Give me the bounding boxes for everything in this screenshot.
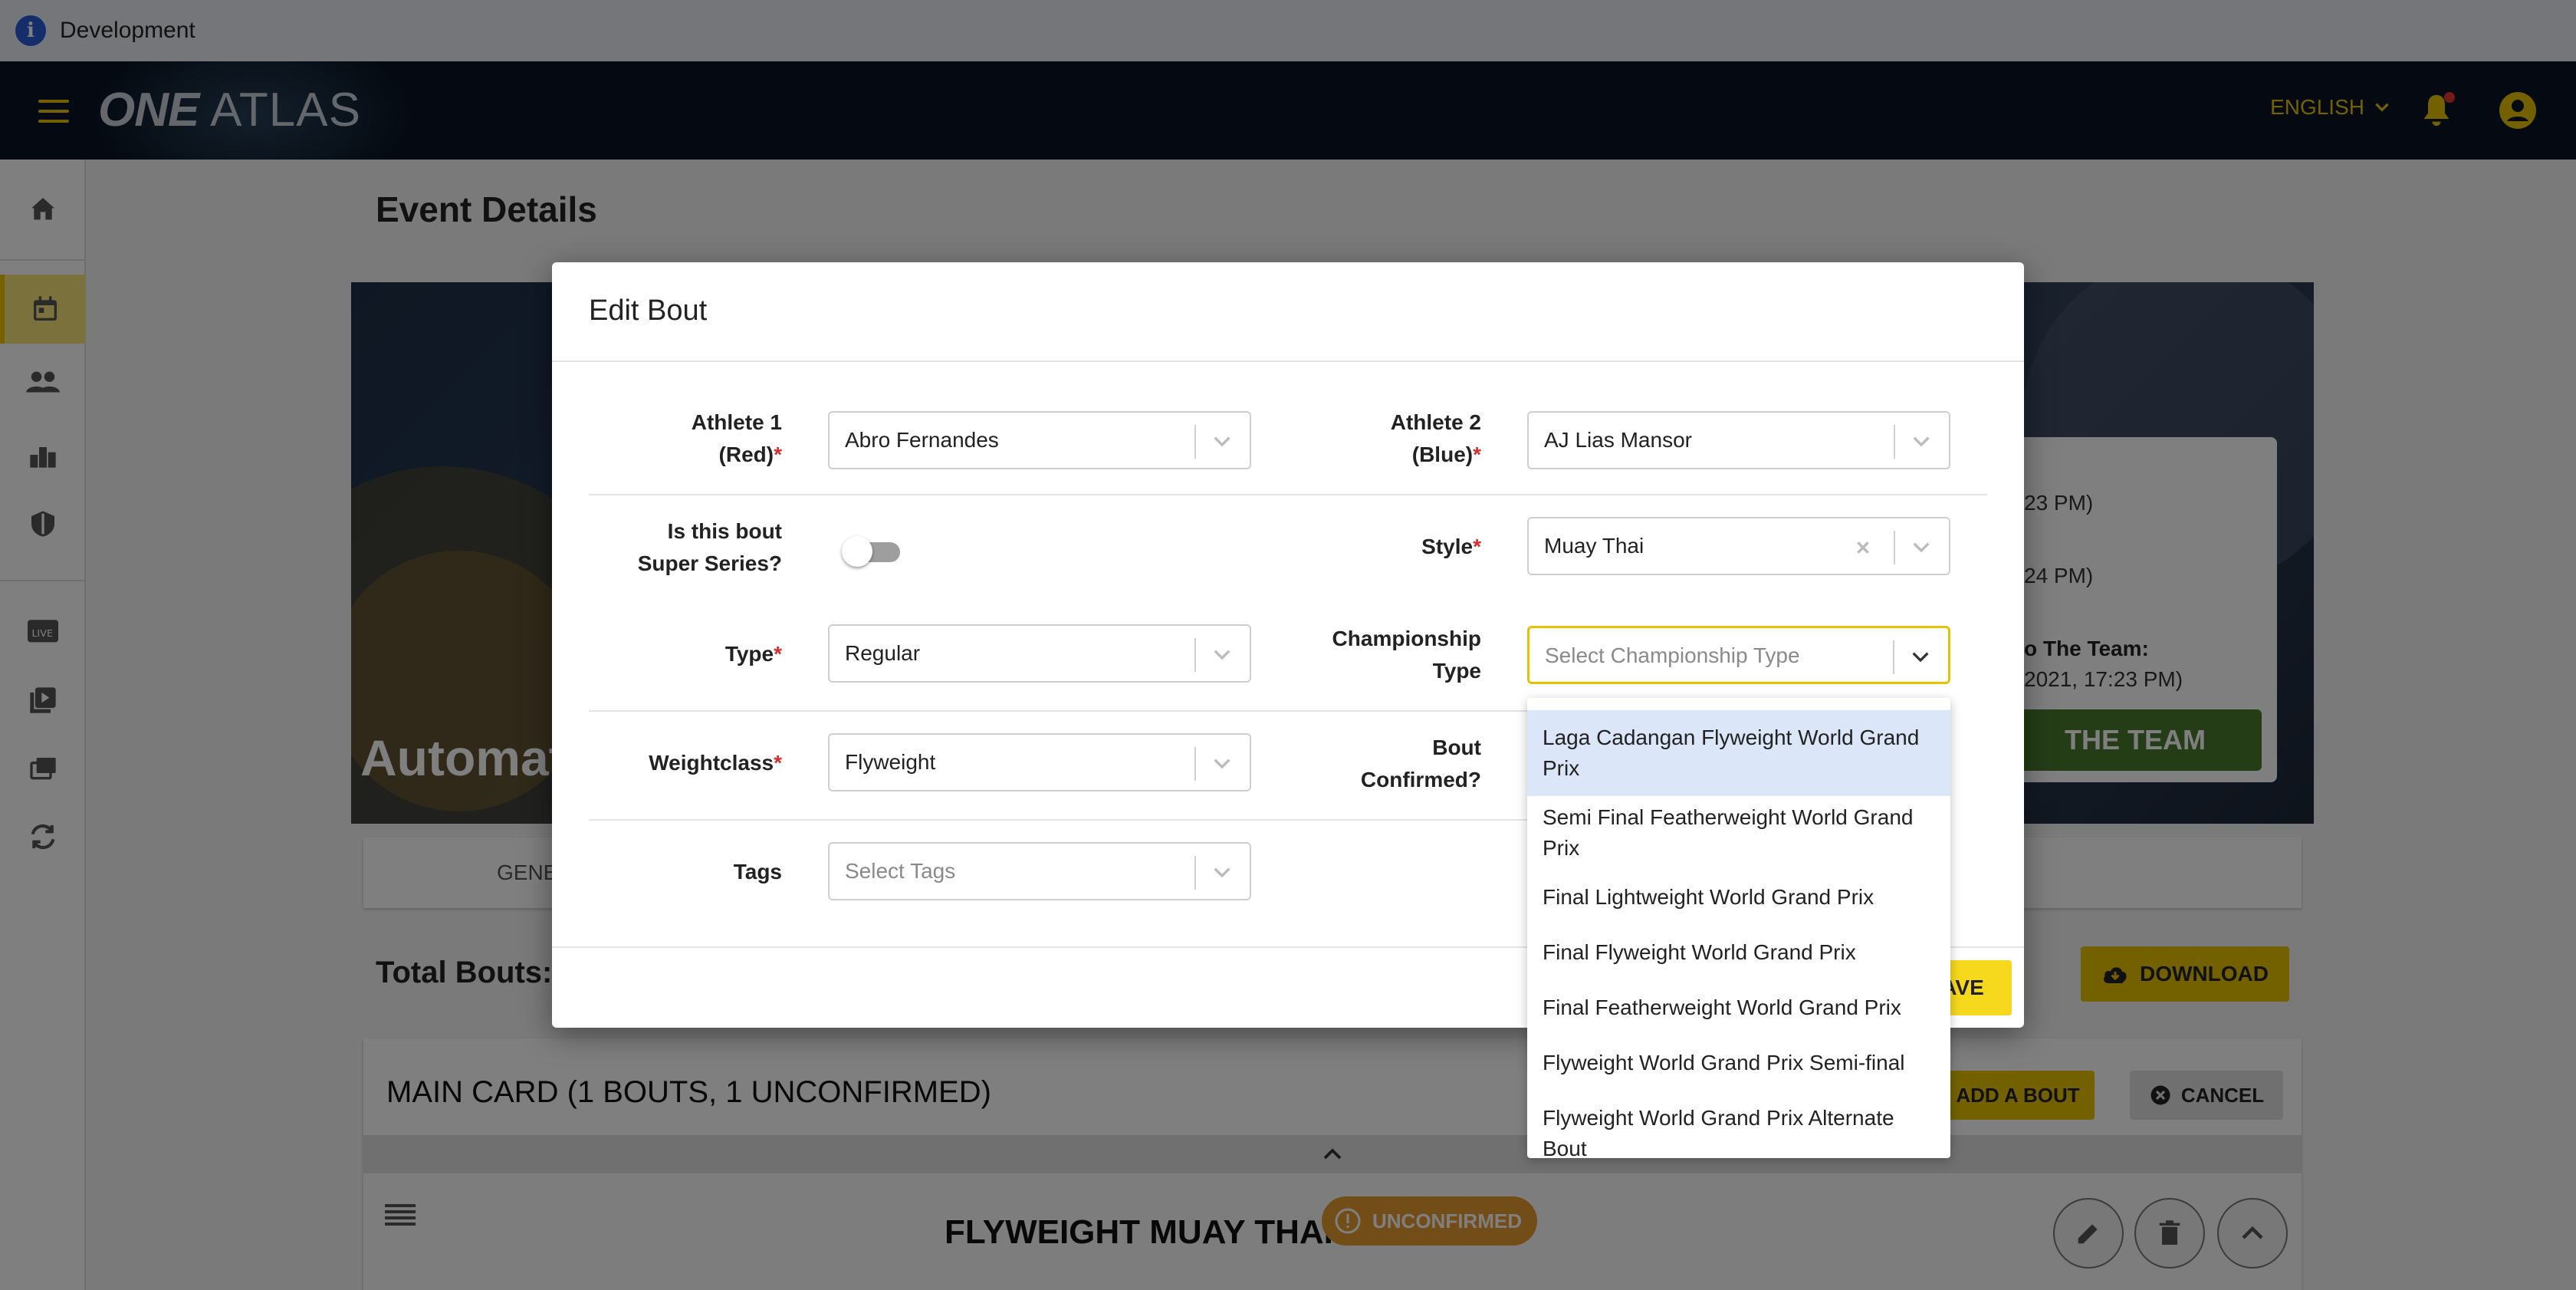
type-select[interactable]: Regular [828, 624, 1251, 683]
style-label: Style* [1421, 535, 1481, 558]
championship-type-placeholder: Select Championship Type [1545, 643, 1800, 667]
championship-option[interactable]: Flyweight World Grand Prix Alternate Bou… [1527, 1097, 1950, 1158]
championship-type-select[interactable]: Select Championship Type [1527, 626, 1950, 684]
modal-title: Edit Bout [589, 295, 708, 327]
chevron-down-icon [1913, 436, 1930, 447]
style-value: Muay Thai [1544, 534, 1644, 558]
weightclass-select[interactable]: Flyweight [828, 733, 1251, 791]
championship-type-menu: Laga Cadangan Flyweight World Grand Prix… [1527, 698, 1950, 1158]
modal-divider [552, 360, 2024, 362]
super-series-toggle[interactable] [842, 533, 902, 570]
weightclass-value: Flyweight [845, 750, 936, 774]
chevron-down-icon [1214, 759, 1230, 769]
type-value: Regular [845, 641, 921, 665]
championship-option[interactable]: Final Flyweight World Grand Prix [1527, 931, 1950, 974]
athlete1-value: Abro Fernandes [845, 428, 999, 452]
chevron-down-icon [1214, 436, 1230, 447]
chevron-down-icon [1912, 652, 1929, 663]
athlete1-label: Athlete 1 (Red)* [691, 410, 782, 466]
bout-confirmed-label: Bout Confirmed? [1360, 735, 1481, 791]
chevron-down-icon [1913, 542, 1930, 553]
athlete2-label: Athlete 2 (Blue)* [1390, 410, 1481, 466]
tags-label: Tags [733, 860, 782, 884]
athlete2-value: AJ Lias Mansor [1544, 428, 1692, 452]
clear-icon[interactable] [1851, 535, 1875, 560]
tags-select[interactable]: Select Tags [828, 842, 1251, 900]
championship-option[interactable]: Final Featherweight World Grand Prix [1527, 986, 1950, 1029]
championship-option[interactable]: Final Lightweight World Grand Prix [1527, 876, 1950, 919]
style-select[interactable]: Muay Thai [1527, 517, 1950, 575]
chevron-down-icon [1214, 650, 1230, 660]
championship-option[interactable]: Semi Final Featherweight World Grand Pri… [1527, 796, 1950, 870]
championship-option[interactable]: Laga Cadangan Flyweight World Grand Prix [1527, 710, 1950, 796]
championship-option[interactable]: Flyweight World Grand Prix Semi-final [1527, 1042, 1950, 1084]
tags-placeholder: Select Tags [845, 859, 956, 883]
athlete1-select[interactable]: Abro Fernandes [828, 411, 1251, 469]
weightclass-label: Weightclass* [649, 751, 782, 775]
athlete2-select[interactable]: AJ Lias Mansor [1527, 411, 1950, 469]
chevron-down-icon [1214, 867, 1230, 878]
type-label: Type* [724, 642, 782, 666]
championship-type-label: Championship Type [1332, 627, 1481, 683]
super-series-label: Is this bout Super Series? [637, 519, 782, 575]
